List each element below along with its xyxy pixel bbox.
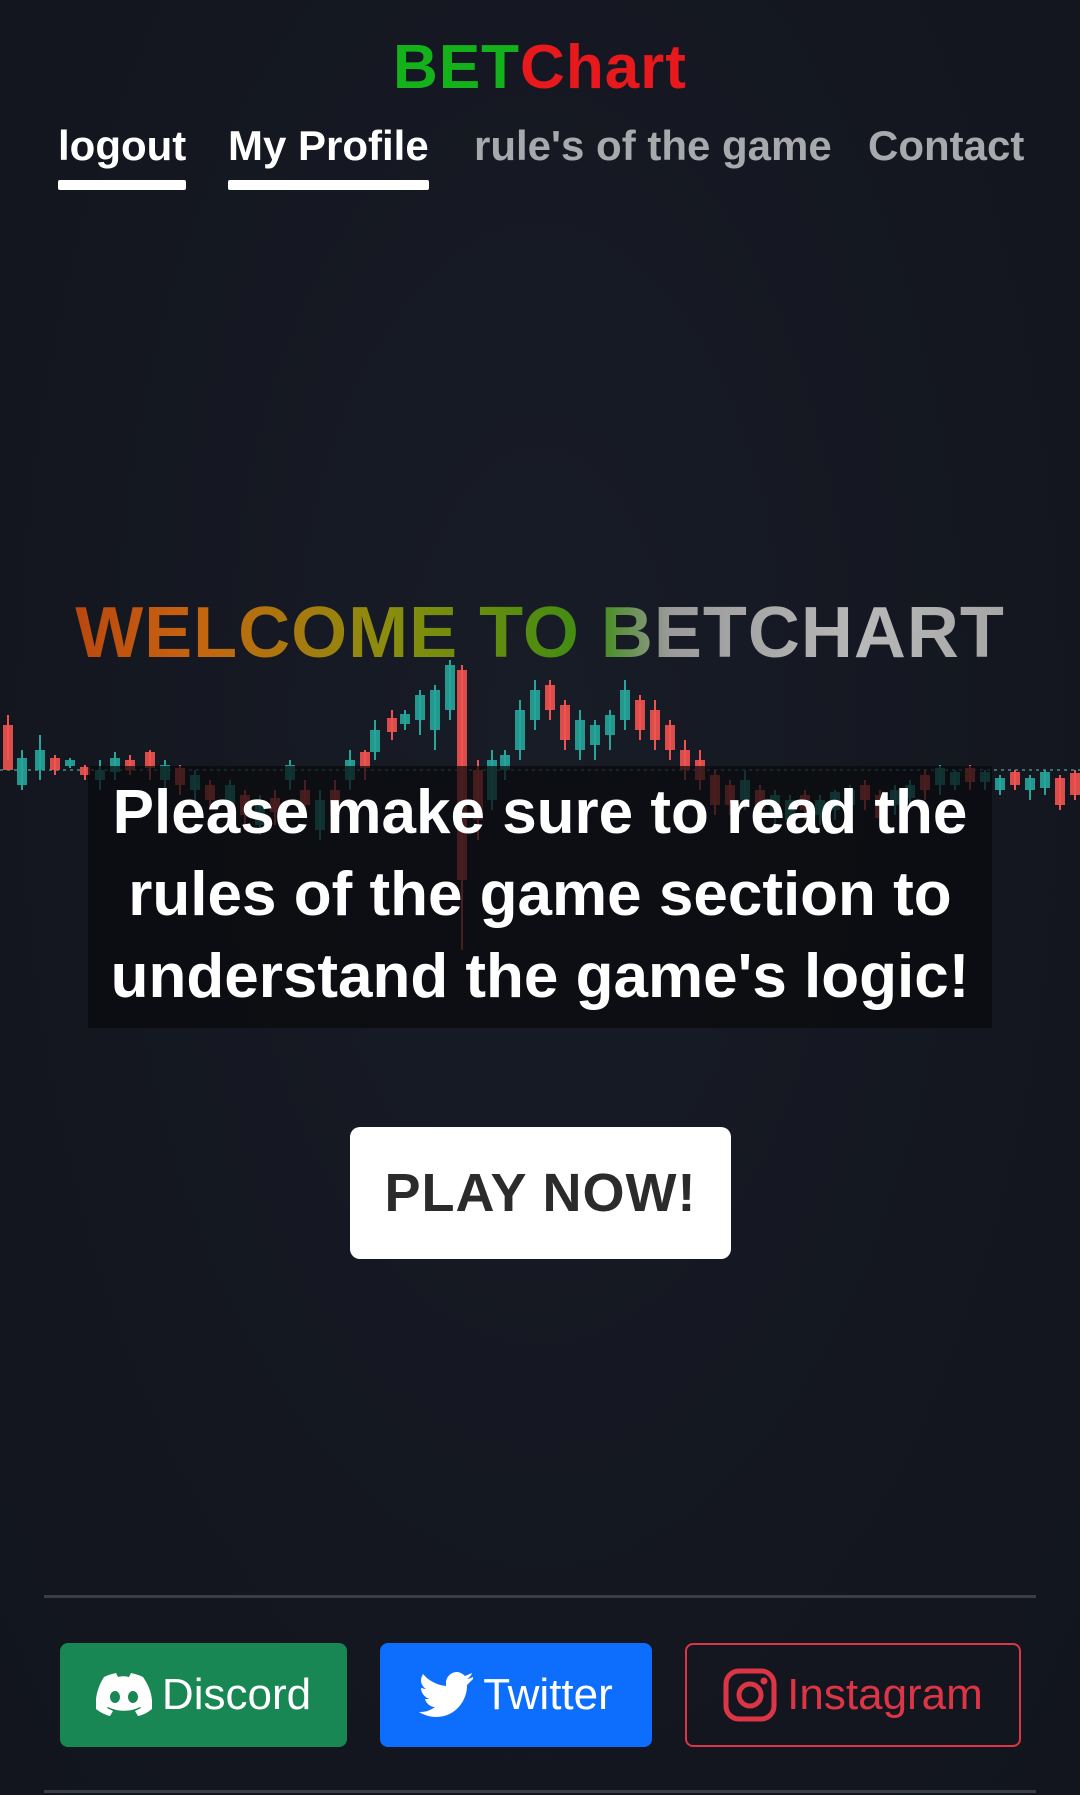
candle-body	[1010, 772, 1020, 785]
brand-part-bet: BET	[393, 33, 521, 102]
candle-body	[605, 715, 615, 735]
candle-body	[590, 725, 600, 745]
candle-body	[415, 695, 425, 720]
nav-item-label: Contact	[868, 122, 1025, 169]
nav-item-label: logout	[58, 122, 187, 169]
candle-body	[35, 750, 45, 770]
candle-body	[65, 760, 75, 766]
candle-body	[995, 778, 1005, 790]
twitter-label: Twitter	[483, 1670, 613, 1719]
rules-notice: Please make sure to read the rules of th…	[88, 766, 992, 1028]
candle-body	[620, 690, 630, 720]
twitter-icon	[419, 1672, 474, 1718]
discord-button[interactable]: Discord	[60, 1643, 347, 1747]
candle-body	[575, 720, 585, 750]
candle-body	[1040, 772, 1050, 788]
candle-body	[387, 718, 397, 732]
candle-body	[1025, 778, 1035, 790]
candle-body	[430, 690, 440, 730]
page: BETChart logout My Profile rule's of the…	[0, 0, 1080, 1795]
candle-body	[665, 725, 675, 750]
candle-body	[3, 725, 13, 770]
candle-body	[1055, 778, 1065, 805]
nav-item-logout[interactable]: logout	[58, 122, 187, 190]
discord-label: Discord	[161, 1670, 312, 1719]
brand-part-chart: Chart	[520, 33, 687, 102]
candle-body	[515, 710, 525, 750]
play-now-button[interactable]: PLAY NOW!	[350, 1127, 731, 1259]
footer-divider-bottom	[44, 1790, 1036, 1793]
brand-logo[interactable]: BETChart	[0, 32, 1080, 103]
candle-body	[560, 705, 570, 740]
candle-body	[650, 710, 660, 740]
nav-active-underline	[228, 180, 429, 190]
nav-item-rules[interactable]: rule's of the game	[474, 122, 832, 190]
candle-body	[17, 758, 27, 785]
candle-body	[545, 685, 555, 710]
welcome-heading: WELCOME TO BETCHART	[0, 592, 1080, 674]
nav-active-underline	[58, 180, 187, 190]
nav-item-label: My Profile	[228, 122, 429, 169]
candle-body	[370, 730, 380, 752]
discord-icon	[95, 1673, 152, 1717]
candle-body	[1070, 773, 1080, 795]
instagram-button[interactable]: Instagram	[685, 1643, 1021, 1747]
footer-divider-top	[44, 1595, 1036, 1598]
top-nav: logout My Profile rule's of the game Con…	[0, 122, 1080, 212]
twitter-button[interactable]: Twitter	[380, 1643, 652, 1747]
candle-body	[530, 690, 540, 720]
nav-item-contact[interactable]: Contact	[868, 122, 1024, 190]
candle-body	[635, 700, 645, 730]
nav-item-my-profile[interactable]: My Profile	[228, 122, 429, 190]
nav-item-label: rule's of the game	[474, 122, 832, 169]
candle-body	[400, 714, 410, 724]
instagram-icon	[723, 1668, 777, 1722]
instagram-label: Instagram	[787, 1670, 983, 1719]
candle-body	[50, 758, 60, 770]
